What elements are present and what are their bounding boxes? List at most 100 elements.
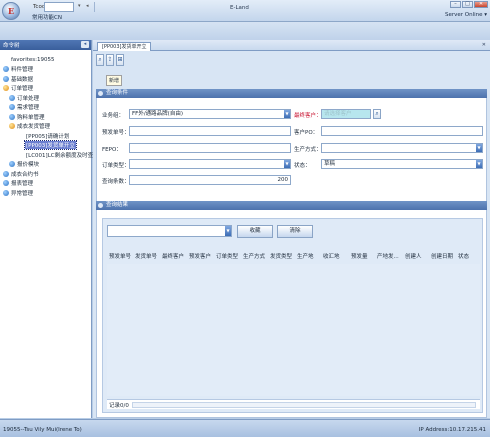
dropdown-arrow-icon[interactable]: ▼ [225,226,231,236]
results-section-header[interactable]: 查询结果 [96,201,487,210]
order-type-select[interactable]: ▼ [129,159,291,169]
expand-icon[interactable] [3,66,9,73]
saved-query-select[interactable]: ▼ [107,225,232,237]
tree-item-demand[interactable]: 需求管理 [0,103,91,113]
tree-item-shipping[interactable]: 成衣发货管理 [0,122,91,132]
query-section-header[interactable]: 查询条件 [96,89,487,98]
business-group-select[interactable]: FF外/通路品牌(自由) ▼ [129,109,291,119]
section-title: 查询结果 [106,202,129,208]
window-controls: – □ ✕ [450,1,488,8]
collapse-section-icon[interactable] [98,203,103,208]
col-status[interactable]: 状态 [458,252,474,262]
app-menu-orb[interactable]: E [2,2,20,20]
final-customer-label: 最终客户： [294,113,322,119]
col-forecast-no[interactable]: 预发单号 [109,252,135,262]
fepo-label: FEPO： [102,147,122,153]
expand-icon[interactable] [9,94,15,101]
tree-item-purchase[interactable]: 购料单管理 [0,112,91,122]
col-final-customer[interactable]: 最终客户 [162,252,189,262]
expand-icon[interactable] [9,161,15,168]
expand-icon[interactable] [3,75,9,82]
new-document-icon[interactable]: ⊞ [116,54,124,66]
status-select[interactable]: 草稿 ▼ [321,159,483,169]
tree-item-label: [PP005]请确计划 [26,133,70,140]
tree-item-material[interactable]: 料件管理 [0,65,91,75]
col-production-site[interactable]: 生产地 [297,252,323,262]
tree-item-favorites[interactable]: favorites:19055 [0,55,91,65]
col-origin-ship[interactable]: 产地发... [377,252,405,262]
collapse-sidebar-icon[interactable]: ◂ [81,41,89,48]
expand-icon[interactable] [3,189,9,196]
window-title: E-Land [230,5,249,11]
col-create-date[interactable]: 创建日期 [431,252,458,262]
tree-item-report[interactable]: 报表管理 [0,179,91,189]
tcode-go-icon[interactable]: ▾ [78,3,81,9]
divider [94,2,95,12]
col-forecast-customer[interactable]: 预发客户 [189,252,216,262]
dropdown-arrow-icon[interactable]: ▼ [476,160,482,168]
tcode-input[interactable] [44,2,74,12]
dropdown-arrow-icon[interactable]: ▼ [284,110,290,118]
tree-item-label: 报价模块 [17,162,40,169]
tree-item-order-process[interactable]: 订单处理 [0,93,91,103]
maximize-button[interactable]: □ [462,1,473,8]
minimize-button[interactable]: – [450,1,461,8]
collect-button[interactable]: 收藏 [237,225,273,238]
tree-item-label: 报表管理 [11,181,34,188]
close-tab-icon[interactable]: ✕ [482,42,486,48]
col-creator[interactable]: 创建人 [405,252,431,262]
dropdown-arrow-icon[interactable]: ▼ [284,160,290,168]
tree-item-contract[interactable]: 成衣合约书 [0,169,91,179]
query-count-input[interactable]: 200 [129,175,291,185]
collapse-icon[interactable] [3,85,9,92]
search-icon[interactable]: ⌕ [96,54,104,66]
expand-icon[interactable] [3,180,9,187]
tcode-history-icon[interactable]: ◂ [86,3,89,9]
forecast-no-input[interactable] [129,126,291,136]
status-bar: 19055--Tsu Vily Mui(Irene To) IP Address… [0,419,490,437]
server-status[interactable]: Server Online ▾ [445,12,487,18]
col-collection-site[interactable]: 收汇地 [323,252,351,262]
final-customer-field[interactable]: 请选择客户 [321,109,371,119]
customer-po-input[interactable] [321,126,483,136]
col-forecast-qty[interactable]: 预发量 [351,252,377,262]
collapse-section-icon[interactable] [98,91,103,96]
toolbar: ⌕ ⇪ ⊞ [96,54,124,68]
tree-item-lc001[interactable]: [LC001]LC剩余额度及时查询 [0,150,99,160]
expand-icon[interactable] [9,113,15,120]
tree-item-quote[interactable]: 报价模块 [0,160,91,170]
quick-bar [0,22,490,40]
col-order-type[interactable]: 订单类型 [216,252,243,262]
tree-item-pp005[interactable]: [PP005]请确计划 [0,131,91,141]
close-button[interactable]: ✕ [474,1,488,8]
collapse-icon[interactable] [9,123,15,130]
tree-item-label: 异常管理 [11,190,34,197]
dropdown-arrow-icon[interactable]: ▼ [476,144,482,152]
production-mode-label: 生产方式： [294,147,322,153]
tree-item-base-data[interactable]: 基础数据 [0,74,91,84]
favorites-menu[interactable]: 常用功能CN [32,13,62,21]
customer-search-icon[interactable]: ⌕ [373,109,381,119]
tree-item-label: 需求管理 [17,105,40,112]
expand-icon[interactable] [3,170,9,177]
tree-item-exception[interactable]: 异常管理 [0,188,91,198]
horizontal-scrollbar[interactable] [132,402,476,408]
col-production-mode[interactable]: 生产方式 [243,252,270,262]
tree-item-order-mgmt[interactable]: 订单管理 [0,84,91,94]
status-label: 状态： [294,163,311,169]
fepo-input[interactable] [129,143,291,153]
tree-item-pp003[interactable]: [PP003]发货单开立 [0,140,91,151]
current-user: 19055--Tsu Vily Mui(Irene To) [3,427,82,433]
command-tree: favorites:19055 料件管理 基础数据 订单管理 订单处理 需求管理… [0,50,99,198]
tab-pp003[interactable]: [PP003]发货单开立 [97,42,152,51]
tree-item-label: [PP003]发货单开立 [24,140,77,151]
col-shipment-no[interactable]: 发货单号 [135,252,162,262]
grid-body[interactable] [107,264,480,396]
production-mode-select[interactable]: ▼ [321,143,483,153]
col-shipment-type[interactable]: 发货类型 [270,252,297,262]
grid-header: 预发单号 发货单号 最终客户 预发客户 订单类型 生产方式 发货类型 生产地 收… [109,252,479,262]
clear-button[interactable]: 清除 [277,225,313,238]
section-title: 查询条件 [106,90,129,96]
expand-icon[interactable] [9,104,15,111]
export-icon[interactable]: ⇪ [106,54,114,66]
